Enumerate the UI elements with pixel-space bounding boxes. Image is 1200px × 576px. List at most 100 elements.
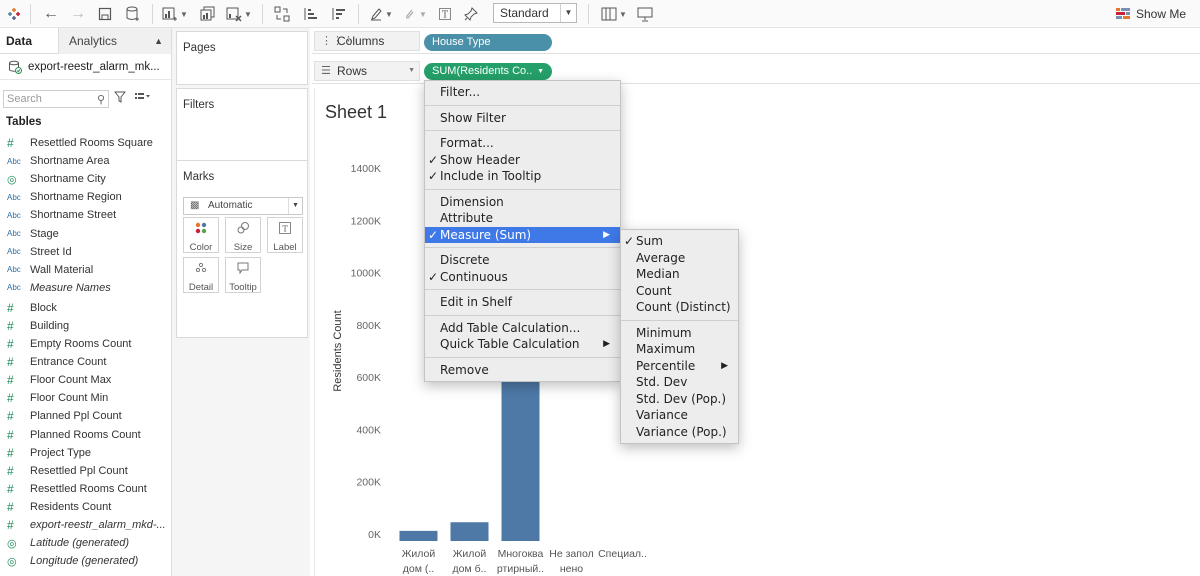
highlight-icon[interactable]: ▼ — [366, 3, 396, 25]
fit-width-select[interactable]: Standard ▼ — [493, 3, 577, 23]
field-item[interactable]: # Floor Count Min — [0, 389, 171, 407]
field-item[interactable]: # Building — [0, 317, 171, 335]
tableau-logo-icon[interactable] — [4, 3, 24, 25]
group-members-icon[interactable]: ▼ — [400, 3, 430, 25]
menu-item[interactable]: Dimension — [425, 194, 620, 211]
field-item[interactable]: # Resettled Ppl Count — [0, 462, 171, 480]
field-item[interactable]: # Residents Count — [0, 498, 171, 516]
field-item[interactable]: Abc Shortname Area — [0, 152, 171, 170]
search-input[interactable]: Search ⚲ — [3, 90, 109, 108]
field-item[interactable]: Abc Wall Material — [0, 261, 171, 279]
field-item[interactable]: # Project Type — [0, 444, 171, 462]
x-tick-label[interactable]: Жилой — [453, 548, 487, 560]
search-placeholder: Search — [7, 93, 42, 105]
presentation-mode-icon[interactable] — [634, 3, 656, 25]
x-tick-label[interactable]: Специал.. — [598, 548, 647, 560]
menu-item[interactable]: Count (Distinct) — [621, 299, 738, 316]
pages-card[interactable]: Pages — [176, 31, 308, 85]
menu-item[interactable]: Show Filter — [425, 110, 620, 127]
tab-data[interactable]: Data — [0, 28, 58, 54]
x-tick-label[interactable]: Не запол — [549, 548, 593, 560]
field-item[interactable]: # Resettled Rooms Square — [0, 134, 171, 152]
marks-label-button[interactable]: T Label — [267, 217, 303, 253]
string-dimension-icon: Abc — [7, 156, 21, 166]
menu-item[interactable]: Median — [621, 266, 738, 283]
field-item[interactable]: ◎ Latitude (generated) — [0, 534, 171, 552]
menu-item[interactable]: Average — [621, 250, 738, 267]
show-cards-icon[interactable]: ▼ — [598, 3, 630, 25]
clear-sheet-icon[interactable]: ▼ — [223, 3, 255, 25]
datasource-item[interactable]: export-reestr_alarm_mk... — [0, 54, 171, 80]
x-tick-label[interactable]: Многоква — [498, 548, 544, 560]
x-tick-label[interactable]: дом б.. — [453, 563, 487, 575]
marks-tooltip-button[interactable]: Tooltip — [225, 257, 261, 293]
menu-item[interactable]: ✓ Measure (Sum) ▶ — [425, 226, 620, 243]
new-datasource-icon[interactable] — [121, 3, 145, 25]
new-worksheet-icon[interactable]: ▼ — [160, 3, 190, 25]
mark-type-select[interactable]: ▩ Automatic ▼ — [183, 197, 303, 215]
redo-icon[interactable]: → — [67, 3, 89, 25]
submenu-arrow-icon: ▶ — [603, 229, 610, 240]
house-type-pill[interactable]: House Type — [424, 34, 552, 51]
field-item[interactable]: # Resettled Rooms Count — [0, 480, 171, 498]
field-item[interactable]: Abc Stage — [0, 224, 171, 242]
field-item[interactable]: ◎ Shortname City — [0, 170, 171, 188]
menu-item[interactable]: Format... — [425, 135, 620, 152]
field-item[interactable]: Abc Measure Names — [0, 279, 171, 297]
x-tick-label[interactable]: ртирный.. — [497, 563, 544, 575]
menu-item[interactable]: Discrete — [425, 252, 620, 269]
field-item[interactable]: Abc Street Id — [0, 243, 171, 261]
view-options-icon[interactable] — [134, 91, 152, 106]
field-item[interactable]: # Empty Rooms Count — [0, 335, 171, 353]
menu-item[interactable]: Std. Dev — [621, 374, 738, 391]
field-item[interactable]: # Block — [0, 299, 171, 317]
x-tick-label[interactable]: Жилой — [402, 548, 436, 560]
menu-item[interactable]: Edit in Shelf — [425, 294, 620, 311]
label-icon: T — [268, 218, 302, 236]
marks-detail-button[interactable]: Detail — [183, 257, 219, 293]
menu-item[interactable]: Count — [621, 283, 738, 300]
swap-rows-columns-icon[interactable] — [270, 3, 294, 25]
field-item[interactable]: # Planned Ppl Count — [0, 407, 171, 425]
duplicate-sheet-icon[interactable] — [196, 3, 220, 25]
fix-axes-icon[interactable] — [460, 3, 482, 25]
menu-item[interactable]: ✓ Include in Tooltip — [425, 168, 620, 185]
tab-analytics[interactable]: Analytics ▲︎ — [58, 28, 171, 54]
field-item[interactable]: # Floor Count Max — [0, 371, 171, 389]
x-tick-label[interactable]: нено — [560, 563, 583, 575]
bar[interactable] — [450, 522, 489, 541]
x-tick-label[interactable]: дом (.. — [403, 563, 434, 575]
field-item[interactable]: # Planned Rooms Count — [0, 426, 171, 444]
save-icon[interactable] — [94, 3, 116, 25]
sort-descending-icon[interactable] — [326, 3, 350, 25]
menu-item[interactable]: Quick Table Calculation ▶ — [425, 336, 620, 353]
menu-item[interactable]: Variance — [621, 407, 738, 424]
number-measure-icon: # — [7, 463, 14, 478]
menu-item[interactable]: Add Table Calculation... — [425, 320, 620, 337]
show-mark-labels-icon[interactable]: T — [434, 3, 456, 25]
undo-icon[interactable]: ← — [40, 3, 62, 25]
field-item[interactable]: # Entrance Count — [0, 353, 171, 371]
field-item[interactable]: Abc Shortname Street — [0, 206, 171, 224]
menu-item[interactable]: ✓ Sum — [621, 233, 738, 250]
sort-ascending-icon[interactable] — [298, 3, 322, 25]
menu-item[interactable]: Maximum — [621, 341, 738, 358]
menu-item[interactable]: Std. Dev (Pop.) — [621, 391, 738, 408]
menu-item[interactable]: ✓ Show Header — [425, 152, 620, 169]
menu-item[interactable]: Filter... — [425, 84, 620, 101]
menu-item[interactable]: Variance (Pop.) — [621, 424, 738, 441]
menu-item[interactable]: Percentile ▶ — [621, 358, 738, 375]
field-item[interactable]: ◎ Longitude (generated) — [0, 552, 171, 570]
show-me-button[interactable]: Show Me — [1115, 5, 1186, 23]
marks-color-button[interactable]: Color — [183, 217, 219, 253]
filter-icon[interactable] — [113, 91, 127, 106]
menu-item[interactable]: ✓ Continuous — [425, 269, 620, 286]
bar[interactable] — [399, 530, 438, 541]
residents-count-pill[interactable]: SUM(Residents Co.. ▼ — [424, 63, 552, 80]
menu-item[interactable]: Minimum — [621, 325, 738, 342]
field-item[interactable]: Abc Shortname Region — [0, 188, 171, 206]
menu-item[interactable]: Remove — [425, 362, 620, 379]
field-item[interactable]: # export-reestr_alarm_mkd-... — [0, 516, 171, 534]
marks-size-button[interactable]: Size — [225, 217, 261, 253]
menu-item[interactable]: Attribute — [425, 210, 620, 227]
